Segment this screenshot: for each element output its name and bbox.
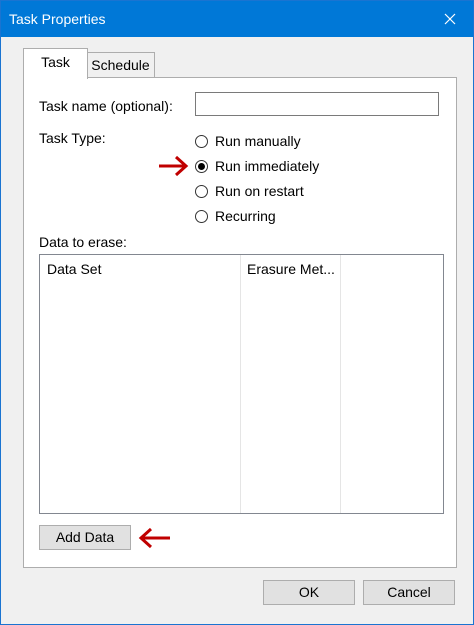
radio-circle [195,209,208,223]
red-arrow-annotation-icon [159,155,189,177]
cancel-button[interactable]: Cancel [363,580,455,605]
tab-task-label: Task [41,54,70,70]
radio-run-on-restart[interactable]: Run on restart [195,182,304,200]
radio-circle [195,134,208,148]
tab-schedule[interactable]: Schedule [86,52,155,77]
tab-task[interactable]: Task [23,48,88,79]
radio-recurring[interactable]: Recurring [195,207,276,225]
radio-circle-selected [195,159,208,173]
column-separator [340,255,341,513]
column-header-data-set[interactable]: Data Set [47,261,101,277]
radio-run-immediately-label: Run immediately [215,158,320,174]
task-type-label: Task Type: [39,130,106,146]
radio-run-manually[interactable]: Run manually [195,132,301,150]
radio-recurring-label: Recurring [215,208,276,224]
task-properties-window: Task Properties Task Schedule Task name … [0,0,474,625]
data-to-erase-list[interactable]: Data Set Erasure Met... [39,254,444,514]
radio-run-on-restart-label: Run on restart [215,183,304,199]
title-bar: Task Properties [1,1,473,37]
radio-selected-dot [198,162,205,170]
task-name-input[interactable] [195,92,439,116]
task-name-label: Task name (optional): [39,98,173,114]
red-arrow-annotation-icon [138,527,170,549]
window-title: Task Properties [9,11,106,27]
add-data-button[interactable]: Add Data [39,525,131,550]
close-icon [444,13,456,25]
tab-schedule-label: Schedule [91,57,150,73]
ok-button[interactable]: OK [263,580,355,605]
radio-circle [195,184,208,198]
data-to-erase-label: Data to erase: [39,234,127,250]
task-tab-panel: Task name (optional): Task Type: Run man… [23,77,457,568]
radio-run-manually-label: Run manually [215,133,301,149]
close-button[interactable] [427,1,473,37]
radio-run-immediately[interactable]: Run immediately [195,157,319,175]
column-header-erasure-method[interactable]: Erasure Met... [247,261,335,277]
column-separator [240,255,241,513]
